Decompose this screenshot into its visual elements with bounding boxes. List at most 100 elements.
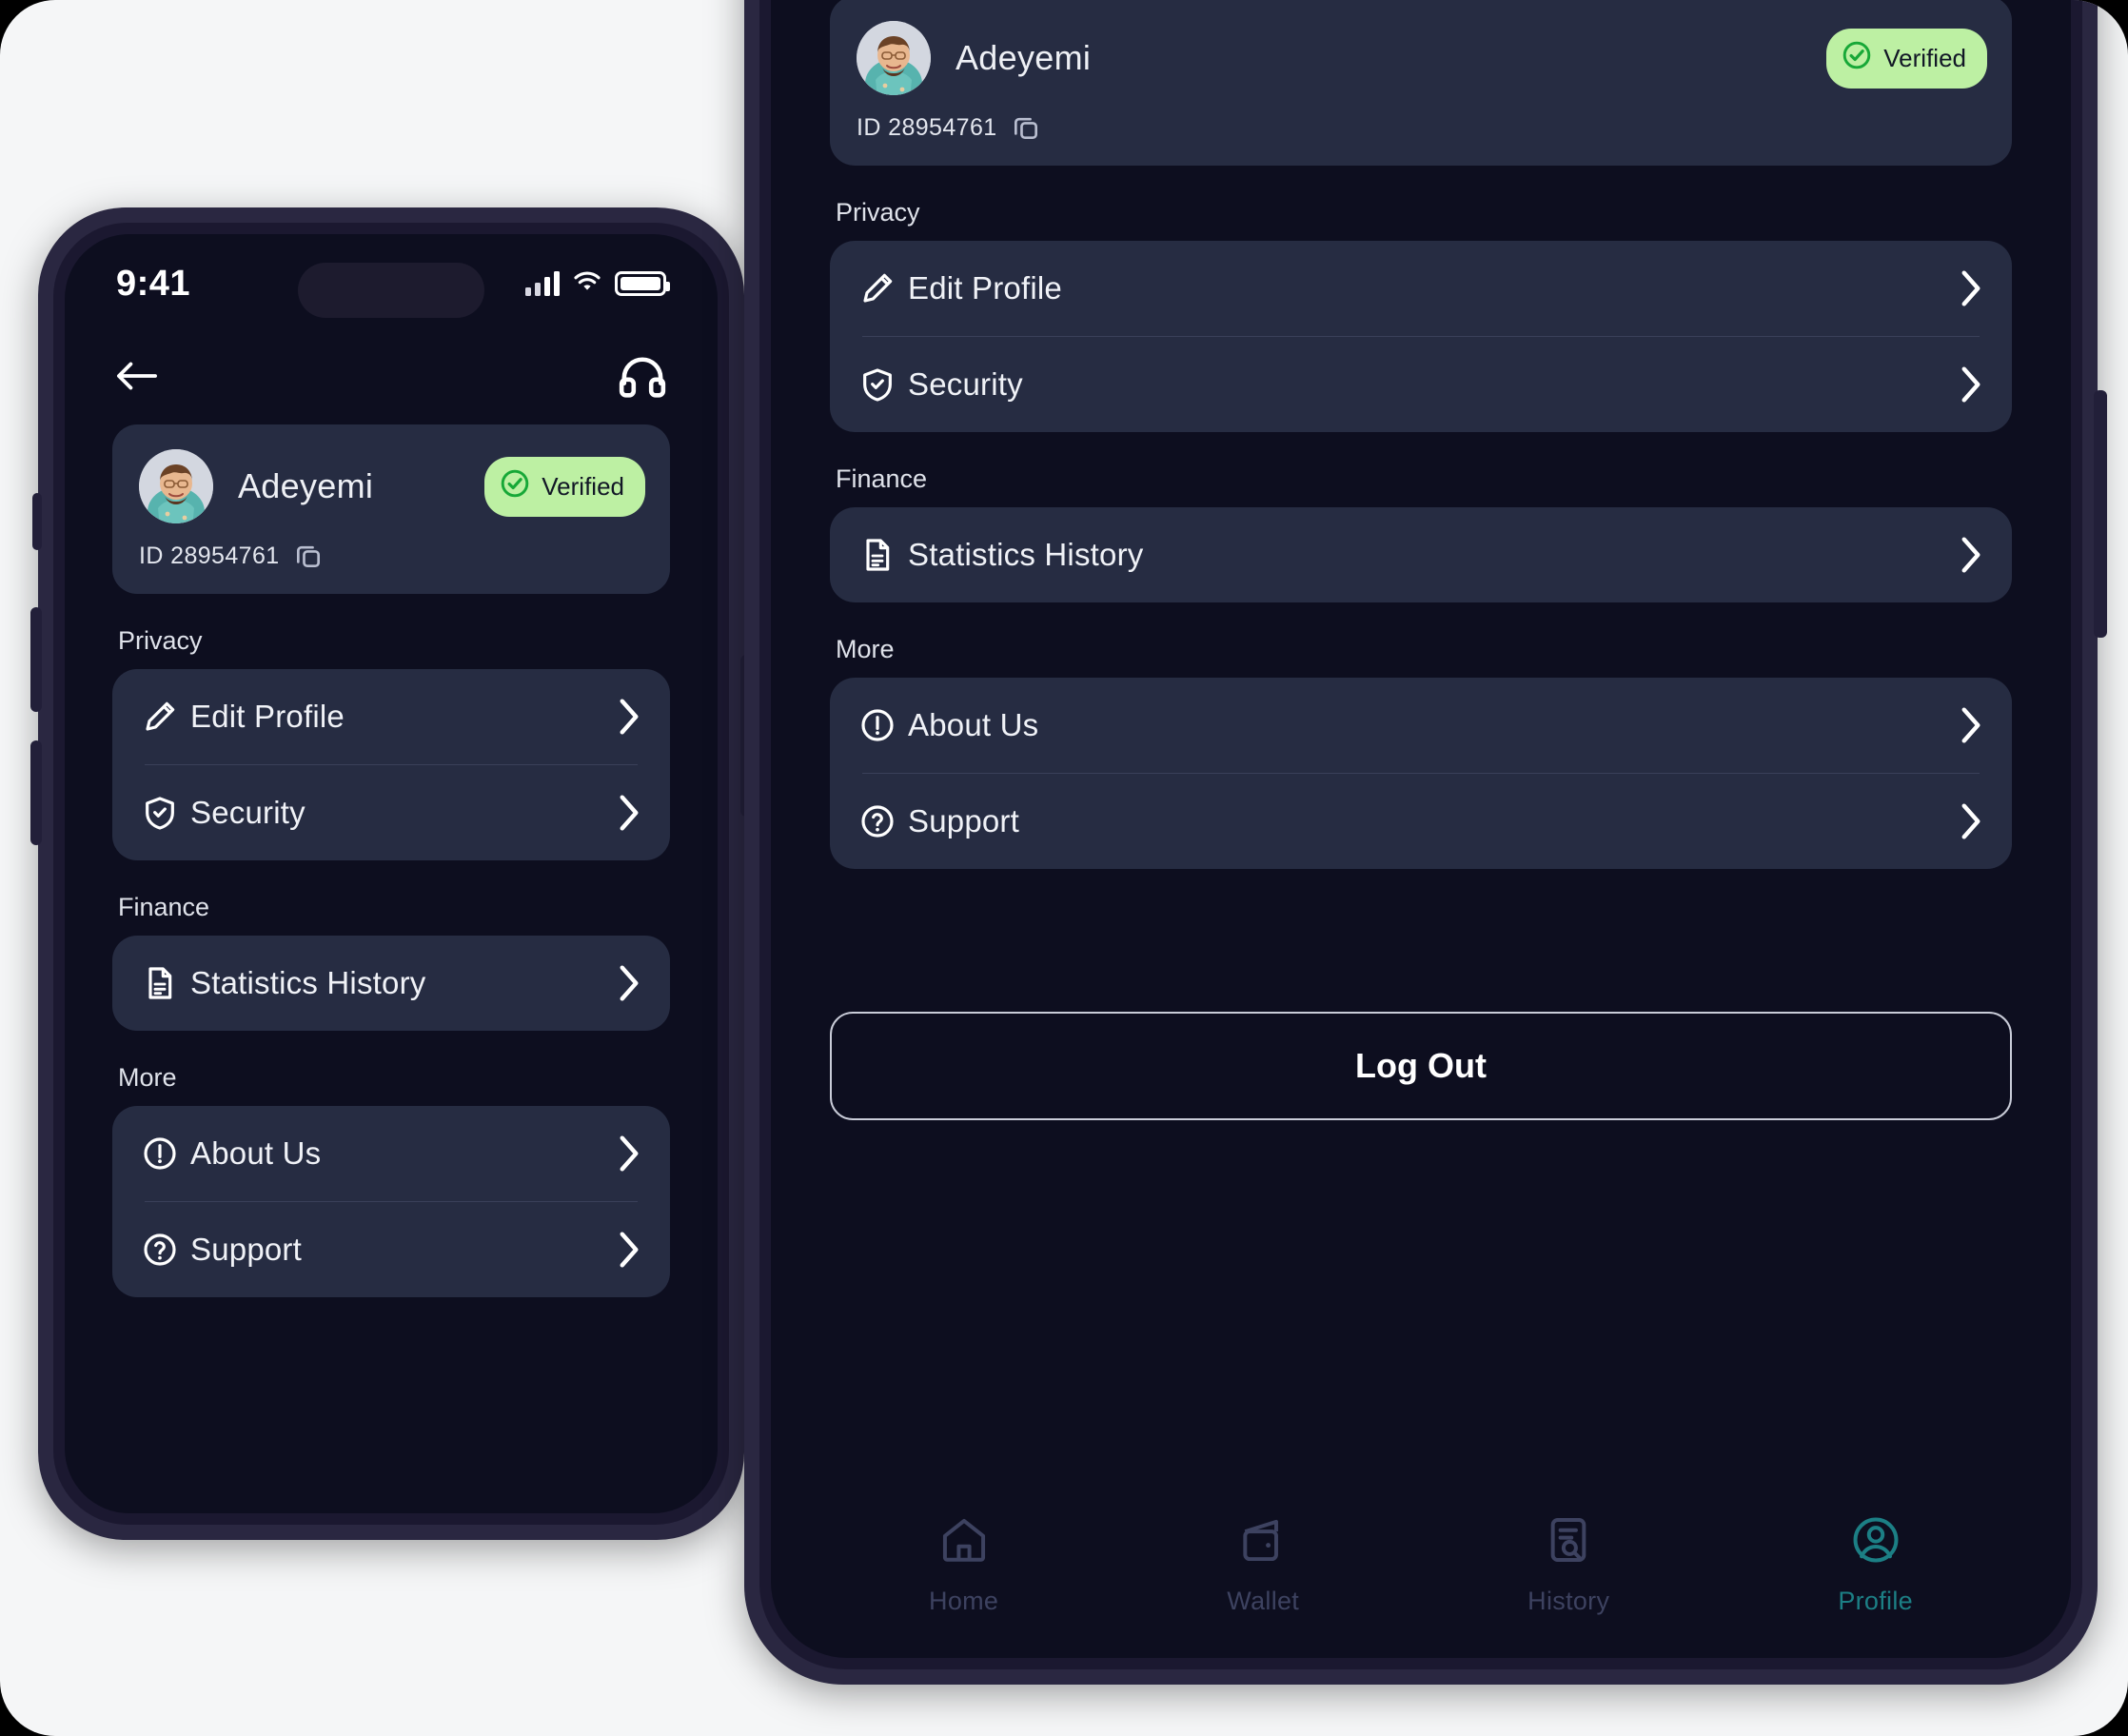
nav-label: Wallet bbox=[1227, 1587, 1300, 1615]
app-header bbox=[65, 333, 718, 407]
nav-label: Home bbox=[929, 1587, 999, 1615]
profile-card: Adeyemi Verified ID 28954761 bbox=[830, 0, 2012, 166]
profile-content-left: Adeyemi Verified ID 28954761 Privacy Edi… bbox=[65, 424, 718, 1297]
row-edit-profile[interactable]: Edit Profile bbox=[112, 669, 670, 764]
verified-label: Verified bbox=[542, 472, 624, 501]
phone-mockup-left: 9:41 Adeyemi Verified ID 28954761 Privac… bbox=[30, 207, 752, 1540]
check-circle-icon bbox=[500, 468, 530, 505]
chevron-right-icon bbox=[617, 794, 641, 832]
avatar bbox=[857, 21, 931, 95]
row-label: Statistics History bbox=[190, 965, 426, 1000]
settings-group-more: About Us Support bbox=[830, 678, 2012, 869]
row-security[interactable]: Security bbox=[830, 337, 2012, 432]
nav-item-wallet[interactable]: Wallet bbox=[1227, 1513, 1299, 1616]
section-label-more: More bbox=[118, 1063, 177, 1092]
nav-label: History bbox=[1527, 1587, 1610, 1615]
verified-label: Verified bbox=[1883, 44, 1966, 72]
chevron-right-icon bbox=[1959, 365, 1983, 404]
copy-icon[interactable] bbox=[1011, 112, 1041, 143]
shield-check-icon bbox=[858, 365, 900, 404]
settings-group-finance: Statistics History bbox=[112, 936, 670, 1031]
headphones-icon[interactable] bbox=[619, 354, 666, 398]
document-icon bbox=[141, 964, 183, 1002]
screen-right: Adeyemi Verified ID 28954761 Privacy Edi… bbox=[771, 0, 2071, 1658]
history-search-icon bbox=[1542, 1513, 1595, 1571]
row-label: Security bbox=[190, 795, 305, 830]
battery-icon bbox=[615, 271, 670, 296]
profile-id: ID 28954761 bbox=[857, 113, 997, 141]
nav-item-history[interactable]: History bbox=[1527, 1513, 1609, 1616]
row-edit-profile[interactable]: Edit Profile bbox=[830, 241, 2012, 336]
user-circle-icon bbox=[1849, 1513, 1902, 1571]
chevron-right-icon bbox=[1959, 269, 1983, 307]
status-badge: Verified bbox=[484, 457, 645, 517]
phone-bezel-left: 9:41 Adeyemi Verified ID 28954761 Privac… bbox=[53, 223, 729, 1525]
screen-left: 9:41 Adeyemi Verified ID 28954761 Privac… bbox=[65, 234, 718, 1513]
row-label: Edit Profile bbox=[908, 270, 1062, 306]
settings-group-privacy: Edit Profile Security bbox=[830, 241, 2012, 432]
bottom-navigation: Home Wallet History Profile bbox=[771, 1513, 2071, 1616]
profile-card: Adeyemi Verified ID 28954761 bbox=[112, 424, 670, 594]
volume-up-button[interactable] bbox=[30, 607, 42, 712]
profile-id-row: ID 28954761 bbox=[139, 541, 643, 571]
chevron-right-icon bbox=[617, 964, 641, 1002]
settings-group-more: About Us Support bbox=[112, 1106, 670, 1297]
section-label-finance: Finance bbox=[118, 893, 210, 921]
profile-name: Adeyemi bbox=[238, 466, 374, 505]
profile-id: ID 28954761 bbox=[139, 542, 280, 569]
settings-group-privacy: Edit Profile Security bbox=[112, 669, 670, 860]
cellular-signal-icon bbox=[525, 271, 560, 296]
status-time: 9:41 bbox=[116, 263, 191, 304]
phone-mockup-right: Adeyemi Verified ID 28954761 Privacy Edi… bbox=[744, 0, 2107, 1685]
power-button[interactable] bbox=[2094, 390, 2107, 638]
section-label-privacy: Privacy bbox=[836, 198, 920, 227]
home-icon bbox=[937, 1513, 991, 1571]
nav-item-home[interactable]: Home bbox=[929, 1513, 998, 1616]
status-indicators bbox=[525, 270, 670, 298]
chevron-right-icon bbox=[1959, 536, 1983, 574]
check-circle-icon bbox=[1842, 40, 1872, 77]
volume-down-button[interactable] bbox=[30, 740, 42, 845]
phone-bezel-right: Adeyemi Verified ID 28954761 Privacy Edi… bbox=[759, 0, 2082, 1669]
logout-button[interactable]: Log Out bbox=[830, 1012, 2012, 1120]
chevron-right-icon bbox=[617, 1231, 641, 1269]
row-statistics-history[interactable]: Statistics History bbox=[112, 936, 670, 1031]
row-statistics-history[interactable]: Statistics History bbox=[830, 507, 2012, 602]
silent-switch-button[interactable] bbox=[32, 493, 42, 550]
shield-check-icon bbox=[141, 794, 183, 832]
row-label: Statistics History bbox=[908, 537, 1144, 572]
back-arrow-icon[interactable] bbox=[116, 360, 158, 392]
row-label: Support bbox=[908, 803, 1019, 838]
row-label: Security bbox=[908, 366, 1023, 402]
section-label-finance: Finance bbox=[836, 464, 928, 493]
row-about-us[interactable]: About Us bbox=[112, 1106, 670, 1201]
copy-icon[interactable] bbox=[293, 541, 324, 571]
chevron-right-icon bbox=[617, 1134, 641, 1173]
row-label: About Us bbox=[190, 1135, 322, 1171]
question-circle-icon bbox=[858, 802, 900, 840]
row-label: About Us bbox=[908, 707, 1039, 742]
chevron-right-icon bbox=[1959, 802, 1983, 840]
row-label: Edit Profile bbox=[190, 699, 345, 734]
profile-content-right: Adeyemi Verified ID 28954761 Privacy Edi… bbox=[771, 0, 2071, 1120]
pencil-icon bbox=[141, 698, 183, 736]
profile-name: Adeyemi bbox=[956, 38, 1092, 77]
info-circle-icon bbox=[141, 1134, 183, 1173]
row-support[interactable]: Support bbox=[112, 1202, 670, 1297]
status-badge: Verified bbox=[1826, 29, 1987, 89]
row-label: Support bbox=[190, 1232, 302, 1267]
status-bar: 9:41 bbox=[65, 234, 718, 333]
row-support[interactable]: Support bbox=[830, 774, 2012, 869]
chevron-right-icon bbox=[1959, 706, 1983, 744]
profile-id-row: ID 28954761 bbox=[857, 112, 1985, 143]
chevron-right-icon bbox=[617, 698, 641, 736]
avatar bbox=[139, 449, 213, 523]
section-label-more: More bbox=[836, 635, 895, 663]
app-canvas: 9:41 Adeyemi Verified ID 28954761 Privac… bbox=[0, 0, 2128, 1736]
nav-item-profile[interactable]: Profile bbox=[1838, 1513, 1913, 1616]
settings-group-finance: Statistics History bbox=[830, 507, 2012, 602]
row-security[interactable]: Security bbox=[112, 765, 670, 860]
profile-top-row: Adeyemi bbox=[857, 21, 1985, 95]
row-about-us[interactable]: About Us bbox=[830, 678, 2012, 773]
nav-label: Profile bbox=[1838, 1587, 1913, 1615]
